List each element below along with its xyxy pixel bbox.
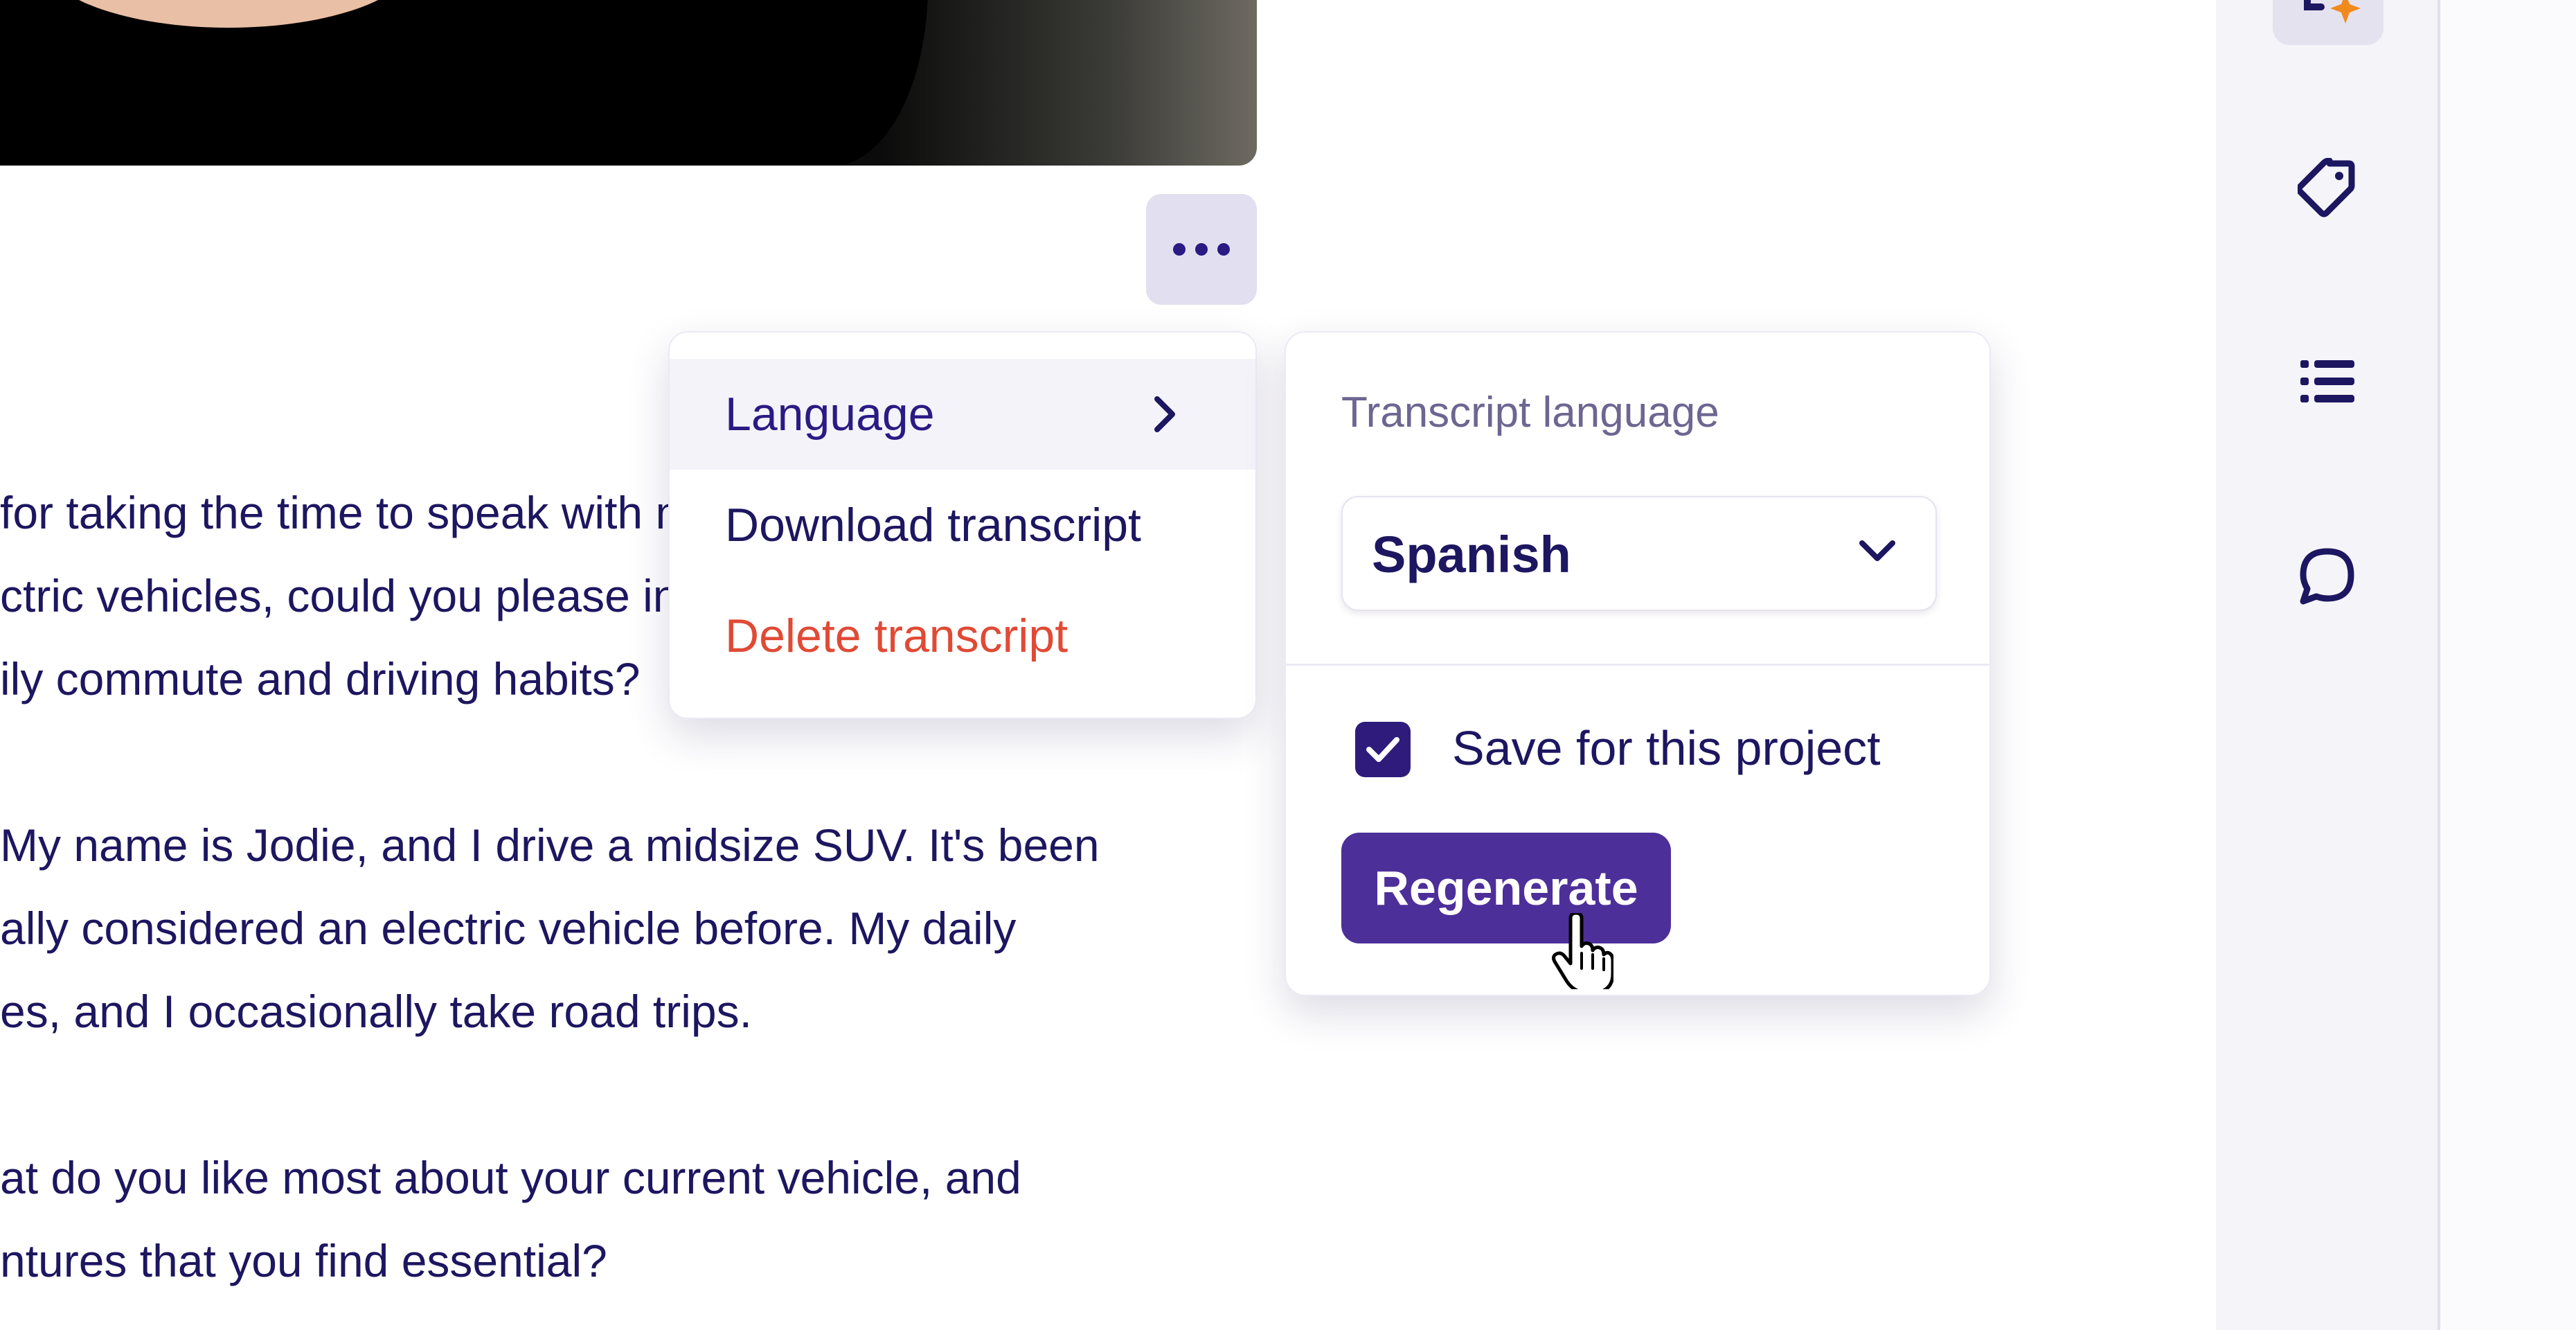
check-icon: [1366, 737, 1399, 762]
video-player[interactable]: [0, 0, 1257, 166]
chevron-down-icon: [1859, 540, 1895, 561]
menu-item-language[interactable]: Language: [670, 359, 1255, 470]
menu-item-download-transcript[interactable]: Download transcript: [670, 470, 1255, 580]
video-frame-subject: [0, 0, 928, 166]
transcript-options-menu: Language Download transcript Delete tran…: [668, 331, 1257, 719]
transcript-line: es, and I occasionally take road trips.: [0, 986, 752, 1037]
chevron-right-icon: [1154, 396, 1175, 432]
menu-item-label: Language: [725, 388, 935, 441]
regenerate-button[interactable]: Regenerate: [1341, 833, 1671, 943]
hand-cursor-icon: [1552, 913, 1613, 989]
ai-summary-button[interactable]: [2273, 0, 2383, 45]
transcript-line: ntures that you find essential?: [0, 1235, 607, 1286]
more-dots-icon: [1173, 243, 1230, 256]
transcript-list-button[interactable]: [2216, 326, 2438, 436]
language-select-value: Spanish: [1372, 526, 1571, 583]
transcript-line: ally considered an electric vehicle befo…: [0, 903, 1017, 954]
transcript-line: My name is Jodie, and I drive a midsize …: [0, 819, 1100, 871]
language-select[interactable]: Spanish: [1341, 496, 1937, 611]
transcript-language-label: Transcript language: [1341, 389, 1719, 436]
comments-button[interactable]: [2216, 520, 2438, 630]
tag-icon: [2298, 158, 2355, 218]
menu-item-delete-transcript[interactable]: Delete transcript: [670, 580, 1255, 691]
panel-divider: [1286, 664, 1989, 666]
language-panel: Transcript language Spanish Save for thi…: [1285, 331, 1991, 996]
menu-item-label: Delete transcript: [725, 610, 1068, 662]
right-margin: [2440, 0, 2576, 1330]
tags-button[interactable]: [2216, 132, 2438, 242]
menu-item-label: Download transcript: [725, 499, 1141, 551]
comment-icon: [2300, 548, 2354, 605]
list-icon: [2300, 360, 2354, 402]
save-for-project-checkbox[interactable]: [1355, 722, 1411, 777]
transcript-line: at do you like most about your current v…: [0, 1152, 1021, 1203]
save-for-project-label: Save for this project: [1452, 721, 1881, 775]
sparkle-icon: [2304, 0, 2361, 24]
more-options-button[interactable]: [1146, 194, 1257, 305]
right-sidebar: [2216, 0, 2438, 1330]
